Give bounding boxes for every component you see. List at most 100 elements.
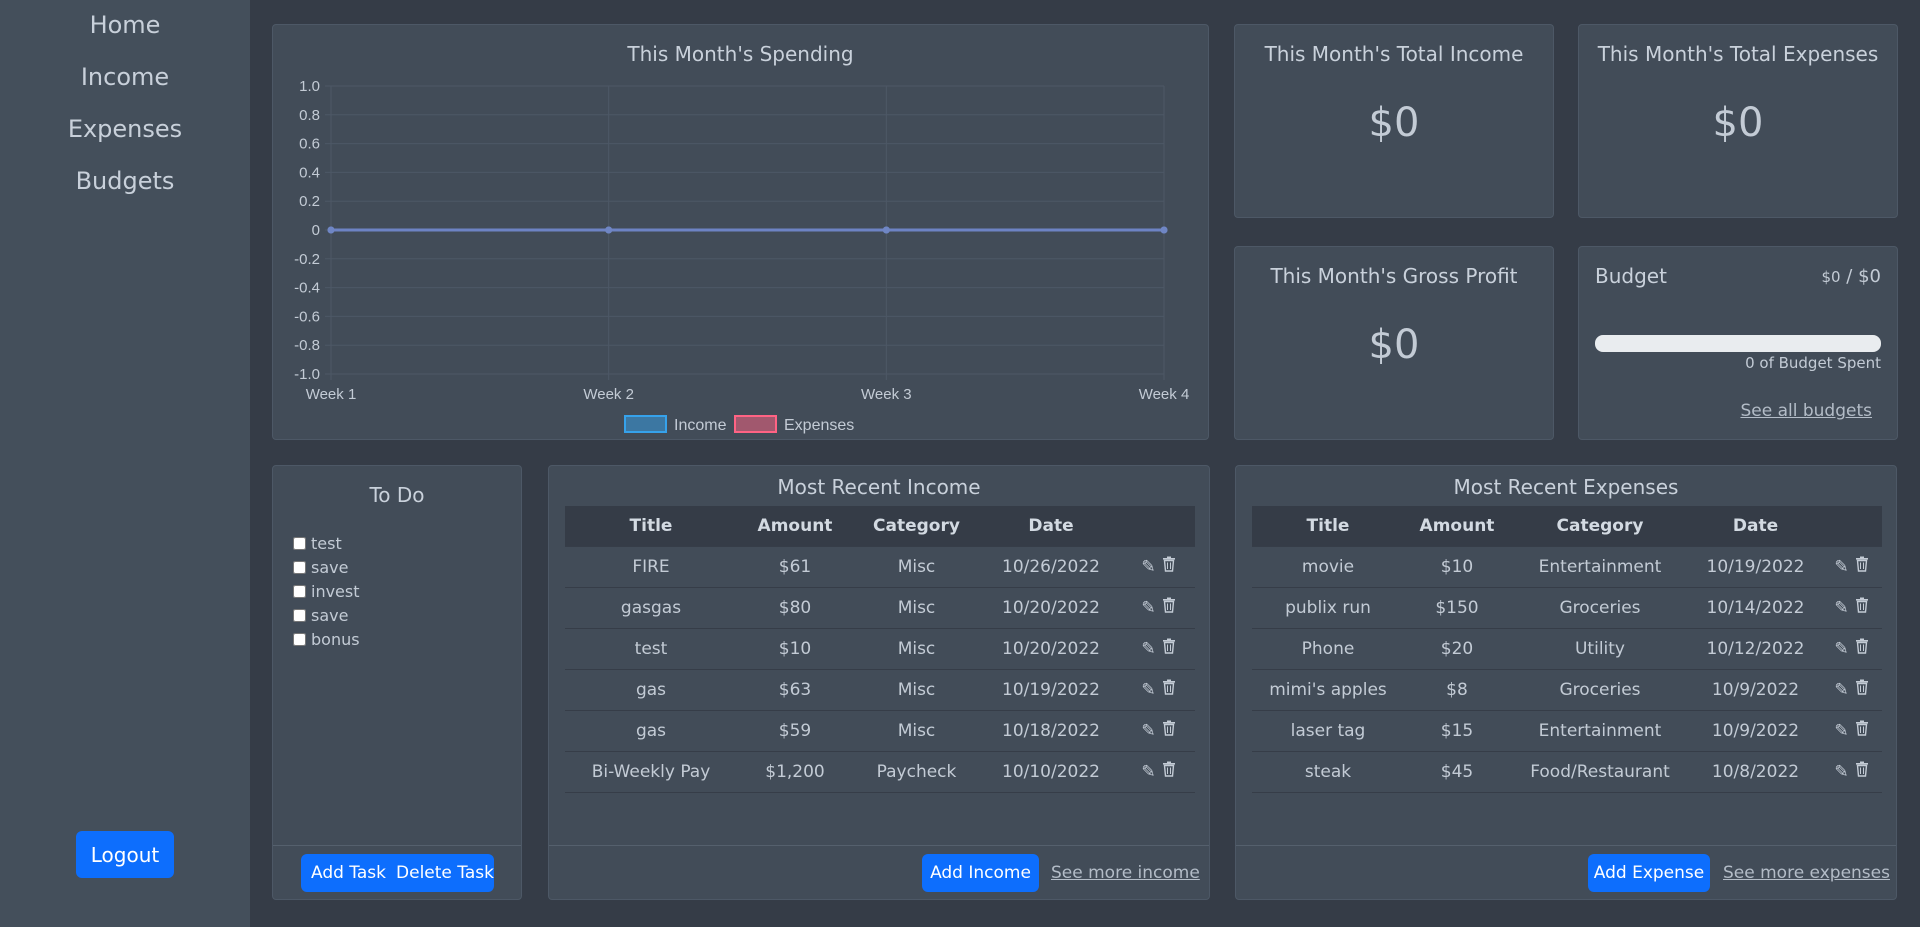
recent-expenses-title: Most Recent Expenses	[1453, 475, 1679, 499]
pencil-icon[interactable]: ✎	[1139, 557, 1159, 577]
expense-header-amount: Amount	[1404, 506, 1510, 546]
pencil-icon[interactable]: ✎	[1139, 598, 1159, 618]
expense-row-actions: ✎	[1821, 750, 1882, 793]
expense-header-actions	[1821, 506, 1882, 546]
spending-line-chart: 1.0 0.8 0.6 0.4 0.2 0 -0.2 -0.4 -0.6 -0.8 -1.0 Week…	[294, 78, 1189, 434]
income-cell-category: Paycheck	[853, 750, 980, 793]
pencil-icon[interactable]: ✎	[1139, 680, 1159, 700]
chart-y-tick-label: -0.4	[294, 280, 320, 297]
logout-button[interactable]: Logout	[76, 831, 174, 878]
pencil-icon[interactable]: ✎	[1832, 639, 1852, 659]
expense-cell-date: 10/19/2022	[1690, 545, 1821, 588]
income-cell-title: gas	[565, 668, 737, 711]
income-row-actions: ✎	[1122, 545, 1195, 588]
todo-checkbox[interactable]	[293, 609, 306, 622]
trash-icon[interactable]	[1159, 556, 1179, 577]
trash-icon[interactable]	[1159, 638, 1179, 659]
income-header-category: Category	[853, 506, 980, 546]
expense-cell-category: Food/Restaurant	[1510, 750, 1690, 793]
expense-row-actions: ✎	[1821, 709, 1882, 752]
pencil-icon[interactable]: ✎	[1832, 762, 1852, 782]
income-header-date: Date	[980, 506, 1122, 546]
budget-title: Budget	[1595, 264, 1667, 288]
expense-cell-category: Entertainment	[1510, 709, 1690, 752]
chart-y-tick-label: 1.0	[299, 78, 320, 95]
todo-title: To Do	[369, 483, 425, 507]
expense-cell-category: Groceries	[1510, 586, 1690, 629]
chart-legend-swatch-expenses	[734, 415, 777, 433]
expense-cell-date: 10/12/2022	[1690, 627, 1821, 670]
add-expense-button[interactable]: Add Expense	[1588, 854, 1710, 892]
todo-checkbox[interactable]	[293, 561, 306, 574]
income-cell-date: 10/19/2022	[980, 668, 1122, 711]
pencil-icon[interactable]: ✎	[1832, 557, 1852, 577]
chart-legend-label-income: Income	[674, 417, 727, 434]
income-cell-amount: $80	[737, 586, 853, 629]
income-cell-amount: $59	[737, 709, 853, 752]
nav-expenses[interactable]: Expenses	[0, 115, 250, 143]
trash-icon[interactable]	[1159, 720, 1179, 741]
nav-income[interactable]: Income	[0, 63, 250, 91]
expense-table-row: movie $10 Entertainment 10/19/2022 ✎	[1252, 545, 1882, 588]
budget-progress-bar	[1595, 335, 1881, 352]
add-task-button[interactable]: Add Task	[301, 854, 396, 892]
pencil-icon[interactable]: ✎	[1832, 680, 1852, 700]
budget-amount: $0 / $0	[1821, 266, 1881, 287]
trash-icon[interactable]	[1852, 597, 1872, 618]
todo-checkbox[interactable]	[293, 633, 306, 646]
see-more-expenses-link[interactable]: See more expenses	[1723, 863, 1890, 883]
chart-legend-swatch-income	[624, 415, 667, 433]
trash-icon[interactable]	[1852, 761, 1872, 782]
pencil-icon[interactable]: ✎	[1139, 639, 1159, 659]
expense-row-actions: ✎	[1821, 586, 1882, 629]
chart-y-tick-label: 0.4	[299, 164, 320, 181]
todo-checkbox[interactable]	[293, 537, 306, 550]
pencil-icon[interactable]: ✎	[1832, 598, 1852, 618]
todo-item-label: test	[311, 534, 342, 553]
income-cell-date: 10/18/2022	[980, 709, 1122, 752]
see-more-income-link[interactable]: See more income	[1051, 863, 1200, 883]
trash-icon[interactable]	[1852, 679, 1872, 700]
expense-table-row: mimi's apples $8 Groceries 10/9/2022 ✎	[1252, 668, 1882, 711]
budget-spent: $0	[1821, 268, 1841, 286]
see-all-budgets-link[interactable]: See all budgets	[1740, 401, 1872, 421]
income-footer: Add Income See more income	[549, 845, 1209, 899]
trash-icon[interactable]	[1852, 720, 1872, 741]
todo-item-label: save	[311, 558, 349, 577]
income-row-actions: ✎	[1122, 627, 1195, 670]
income-cell-date: 10/26/2022	[980, 545, 1122, 588]
trash-icon[interactable]	[1159, 679, 1179, 700]
gross-profit-title: This Month's Gross Profit	[1270, 264, 1518, 288]
total-income-value: $0	[1368, 100, 1420, 146]
trash-icon[interactable]	[1159, 761, 1179, 782]
total-income-title: This Month's Total Income	[1264, 42, 1524, 66]
nav-budgets[interactable]: Budgets	[0, 167, 250, 195]
expense-cell-date: 10/8/2022	[1690, 750, 1821, 793]
trash-icon[interactable]	[1159, 597, 1179, 618]
income-cell-category: Misc	[853, 709, 980, 752]
todo-checkbox[interactable]	[293, 585, 306, 598]
expense-cell-date: 10/9/2022	[1690, 668, 1821, 711]
recent-income-title: Most Recent Income	[777, 475, 981, 499]
trash-icon[interactable]	[1852, 638, 1872, 659]
chart-y-tick-label: 0.8	[299, 107, 320, 124]
pencil-icon[interactable]: ✎	[1139, 762, 1159, 782]
add-income-button[interactable]: Add Income	[922, 854, 1039, 892]
chart-y-tick-label: -0.6	[294, 308, 320, 325]
income-header-amount: Amount	[737, 506, 853, 546]
nav-home[interactable]: Home	[0, 11, 250, 39]
income-table-row: test $10 Misc 10/20/2022 ✎	[565, 627, 1195, 670]
pencil-icon[interactable]: ✎	[1139, 721, 1159, 741]
pencil-icon[interactable]: ✎	[1832, 721, 1852, 741]
todo-card: To Do test save invest save bonus Add Task D…	[272, 465, 522, 900]
expense-table-header: Title Amount Category Date	[1252, 506, 1882, 546]
budget-caption: 0 of Budget Spent	[1745, 354, 1881, 372]
income-cell-date: 10/20/2022	[980, 627, 1122, 670]
delete-task-button[interactable]: Delete Task	[396, 854, 494, 892]
trash-icon[interactable]	[1852, 556, 1872, 577]
expense-cell-title: laser tag	[1252, 709, 1404, 752]
expense-cell-title: Phone	[1252, 627, 1404, 670]
income-header-actions	[1122, 506, 1195, 546]
expense-cell-title: movie	[1252, 545, 1404, 588]
chart-y-tick-label: 0.2	[299, 193, 320, 210]
